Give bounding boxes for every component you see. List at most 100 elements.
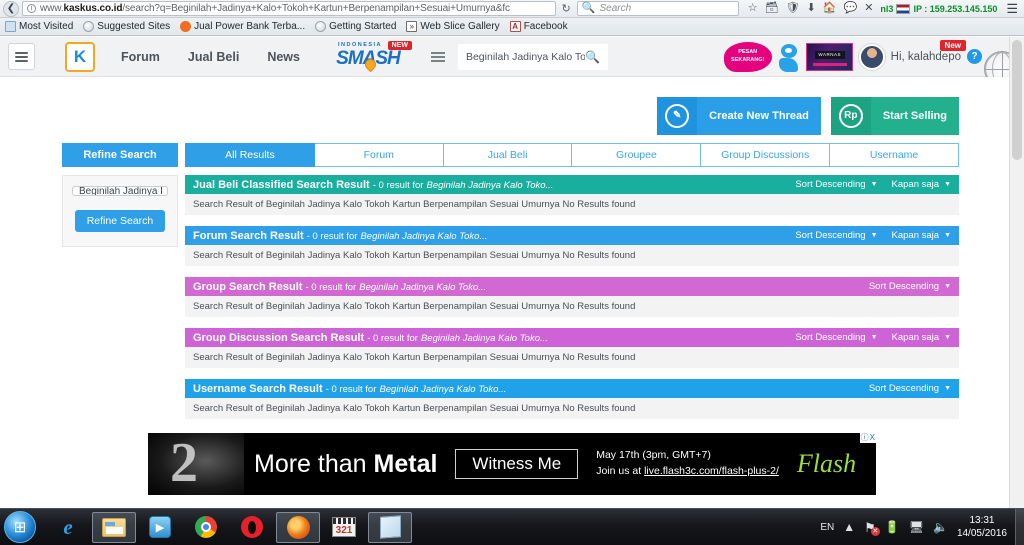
volume-icon[interactable]: 🔈	[933, 521, 948, 533]
search-icon[interactable]: 🔍	[585, 50, 600, 64]
downloads-icon[interactable]: ⬇	[807, 3, 816, 14]
tab-forum[interactable]: Forum	[314, 143, 444, 167]
clock[interactable]: 13:31 14/05/2016	[957, 514, 1007, 541]
refine-search-input[interactable]: Beginilah Jadinya I	[72, 186, 168, 196]
tab-groupee[interactable]: Groupee	[572, 143, 702, 167]
taskbar-internet-explorer[interactable]: e	[46, 512, 90, 543]
netherlands-flag-icon	[896, 3, 911, 14]
taskbar-notepad[interactable]	[368, 511, 412, 543]
chevron-down-icon: ▼	[944, 385, 951, 392]
ad-numeral: 2	[170, 433, 198, 494]
search-result-title: Group Discussion Search Result - 0 resul…	[193, 332, 548, 344]
bookmark-star-icon[interactable]: ☆	[748, 3, 758, 14]
bookmark-getting-started[interactable]: Getting Started	[315, 21, 396, 32]
tab-all-results[interactable]: All Results	[185, 143, 315, 167]
time-filter-dropdown[interactable]: Kapan saja ▼	[892, 230, 951, 241]
bookmark-facebook[interactable]: Facebook	[509, 21, 568, 32]
taskbar-opera[interactable]	[230, 512, 274, 543]
sort-descending-dropdown[interactable]: Sort Descending ▼	[795, 179, 877, 190]
tab-username[interactable]: Username	[830, 143, 959, 167]
time-filter-dropdown[interactable]: Kapan saja ▼	[892, 179, 951, 190]
taskbar-google-chrome[interactable]	[184, 512, 228, 543]
chat-icon[interactable]: 💬	[844, 3, 858, 14]
time-filter-dropdown[interactable]: Kapan saja ▼	[892, 332, 951, 343]
kaskus-logo[interactable]: K	[65, 41, 95, 72]
bookmark-most-visited[interactable]: Most Visited	[5, 21, 73, 32]
site-menu-button[interactable]	[8, 43, 35, 70]
banner-advertisement[interactable]: 2 More than Metal Witness Me May 17th (3…	[148, 433, 876, 495]
nav-item-news[interactable]: News	[267, 50, 300, 64]
shield-icon[interactable]: 🛡	[786, 3, 800, 14]
show-hidden-icons-icon[interactable]: ▲	[843, 521, 855, 533]
site-info-icon[interactable]: i	[27, 4, 36, 13]
tab-jual-beli[interactable]: Jual Beli	[443, 143, 573, 167]
show-desktop-button[interactable]	[1015, 508, 1024, 545]
reload-icon[interactable]: ↻	[559, 2, 574, 15]
site-search-box[interactable]: Beginilah Jadinya Kalo Tok 🔍	[457, 43, 608, 70]
back-button[interactable]: ❮	[3, 0, 19, 17]
battery-icon[interactable]: 🔋	[885, 521, 900, 533]
ad-info-icon[interactable]: ⓘ	[861, 433, 869, 443]
primary-nav: Forum Jual Beli News	[121, 50, 300, 64]
close-x-icon[interactable]: ✕	[864, 3, 873, 14]
ip-address-label: IP : 159.253.145.150	[913, 3, 998, 14]
refine-search-button[interactable]: Refine Search	[74, 210, 166, 232]
nav-item-forum[interactable]: Forum	[121, 50, 160, 64]
taskbar-windows-media-player[interactable]: ▶	[138, 512, 182, 543]
header-banner-ad[interactable]	[805, 42, 853, 71]
browser-menu-icon[interactable]: ☰	[1000, 1, 1021, 17]
chevron-down-icon: ▼	[870, 232, 878, 239]
ad-cta-button[interactable]: Witness Me	[455, 449, 579, 479]
help-icon[interactable]: ?	[967, 49, 982, 64]
action-center-flag-icon[interactable]: ⚑ ✕	[864, 521, 880, 536]
search-result-sort-controls: Sort Descending ▼ Kapan saja ▼	[795, 332, 951, 343]
reading-list-icon[interactable]: 🗃	[765, 3, 779, 14]
avatar[interactable]	[858, 43, 885, 70]
taskbar-file-explorer[interactable]	[92, 511, 136, 543]
address-bar[interactable]: i www.kaskus.co.id/search?q=Beginilah+Ja…	[22, 1, 556, 16]
chevron-down-icon: ▼	[870, 334, 878, 341]
sort-label: Sort Descending	[795, 179, 866, 190]
vpn-ip-indicator[interactable]: nl3 IP : 159.253.145.150	[880, 3, 998, 14]
bookmark-label: Getting Started	[329, 21, 397, 32]
taskbar-media-player-classic[interactable]: 321	[322, 512, 366, 543]
page-scrollbar-thumb[interactable]	[1012, 40, 1022, 160]
ad-event-link[interactable]: live.flash3c.com/flash-plus-2/	[644, 465, 779, 477]
refine-search-tab[interactable]: Refine Search	[62, 143, 178, 167]
sort-descending-dropdown[interactable]: Sort Descending ▼	[869, 281, 951, 292]
bookmark-jual-power-bank[interactable]: Jual Power Bank Terba...	[180, 21, 305, 32]
sort-descending-dropdown[interactable]: Sort Descending ▼	[795, 230, 877, 241]
taskbar-mozilla-firefox[interactable]	[276, 511, 320, 543]
bookmark-label: Most Visited	[19, 21, 74, 32]
indonesia-smash-logo[interactable]: INDONESIA SMASH NEW	[326, 40, 412, 73]
network-icon[interactable]: 🖥	[909, 521, 924, 533]
browser-search-box[interactable]: 🔍 Search	[576, 1, 739, 16]
sort-descending-dropdown[interactable]: Sort Descending ▼	[795, 332, 877, 343]
home-icon[interactable]: 🏠	[823, 3, 837, 14]
page-scrollbar[interactable]	[1009, 37, 1024, 508]
chevron-down-icon: ▼	[944, 232, 951, 239]
start-selling-button[interactable]: Rp Start Selling	[830, 97, 959, 135]
search-result-block: Group Discussion Search Result - 0 resul…	[185, 328, 959, 368]
create-new-thread-button[interactable]: ✎ Create New Thread	[657, 97, 821, 135]
start-button[interactable]: ⊞	[4, 511, 36, 543]
result-tabs: All Results Forum Jual Beli Groupee Grou…	[185, 143, 959, 167]
webslice-icon	[406, 21, 418, 32]
user-greeting[interactable]: Hi, kalahdepo	[891, 51, 961, 63]
sort-descending-dropdown[interactable]: Sort Descending ▼	[869, 383, 951, 394]
search-menu-icon[interactable]	[428, 47, 448, 67]
result-title-text: Forum Search Result	[193, 229, 304, 242]
bookmark-label: Web Slice Gallery	[420, 21, 500, 32]
bookmark-web-slice-gallery[interactable]: Web Slice Gallery	[406, 21, 500, 32]
language-indicator[interactable]: EN	[820, 522, 834, 533]
search-result-body: Search Result of Beginilah Jadinya Kalo …	[185, 398, 959, 419]
promo-bubble[interactable]: PESAN SEKARANG!	[723, 41, 772, 72]
ad-headline: More than Metal	[254, 449, 438, 478]
result-count-text: - 0 result for	[305, 281, 357, 293]
sort-label: Sort Descending	[868, 281, 940, 292]
bookmark-suggested-sites[interactable]: Suggested Sites	[83, 21, 170, 32]
tab-group-discussions[interactable]: Group Discussions	[701, 143, 831, 167]
nav-item-jual-beli[interactable]: Jual Beli	[188, 50, 239, 64]
opera-icon	[240, 515, 264, 539]
ad-close-icon[interactable]: X	[870, 433, 875, 443]
